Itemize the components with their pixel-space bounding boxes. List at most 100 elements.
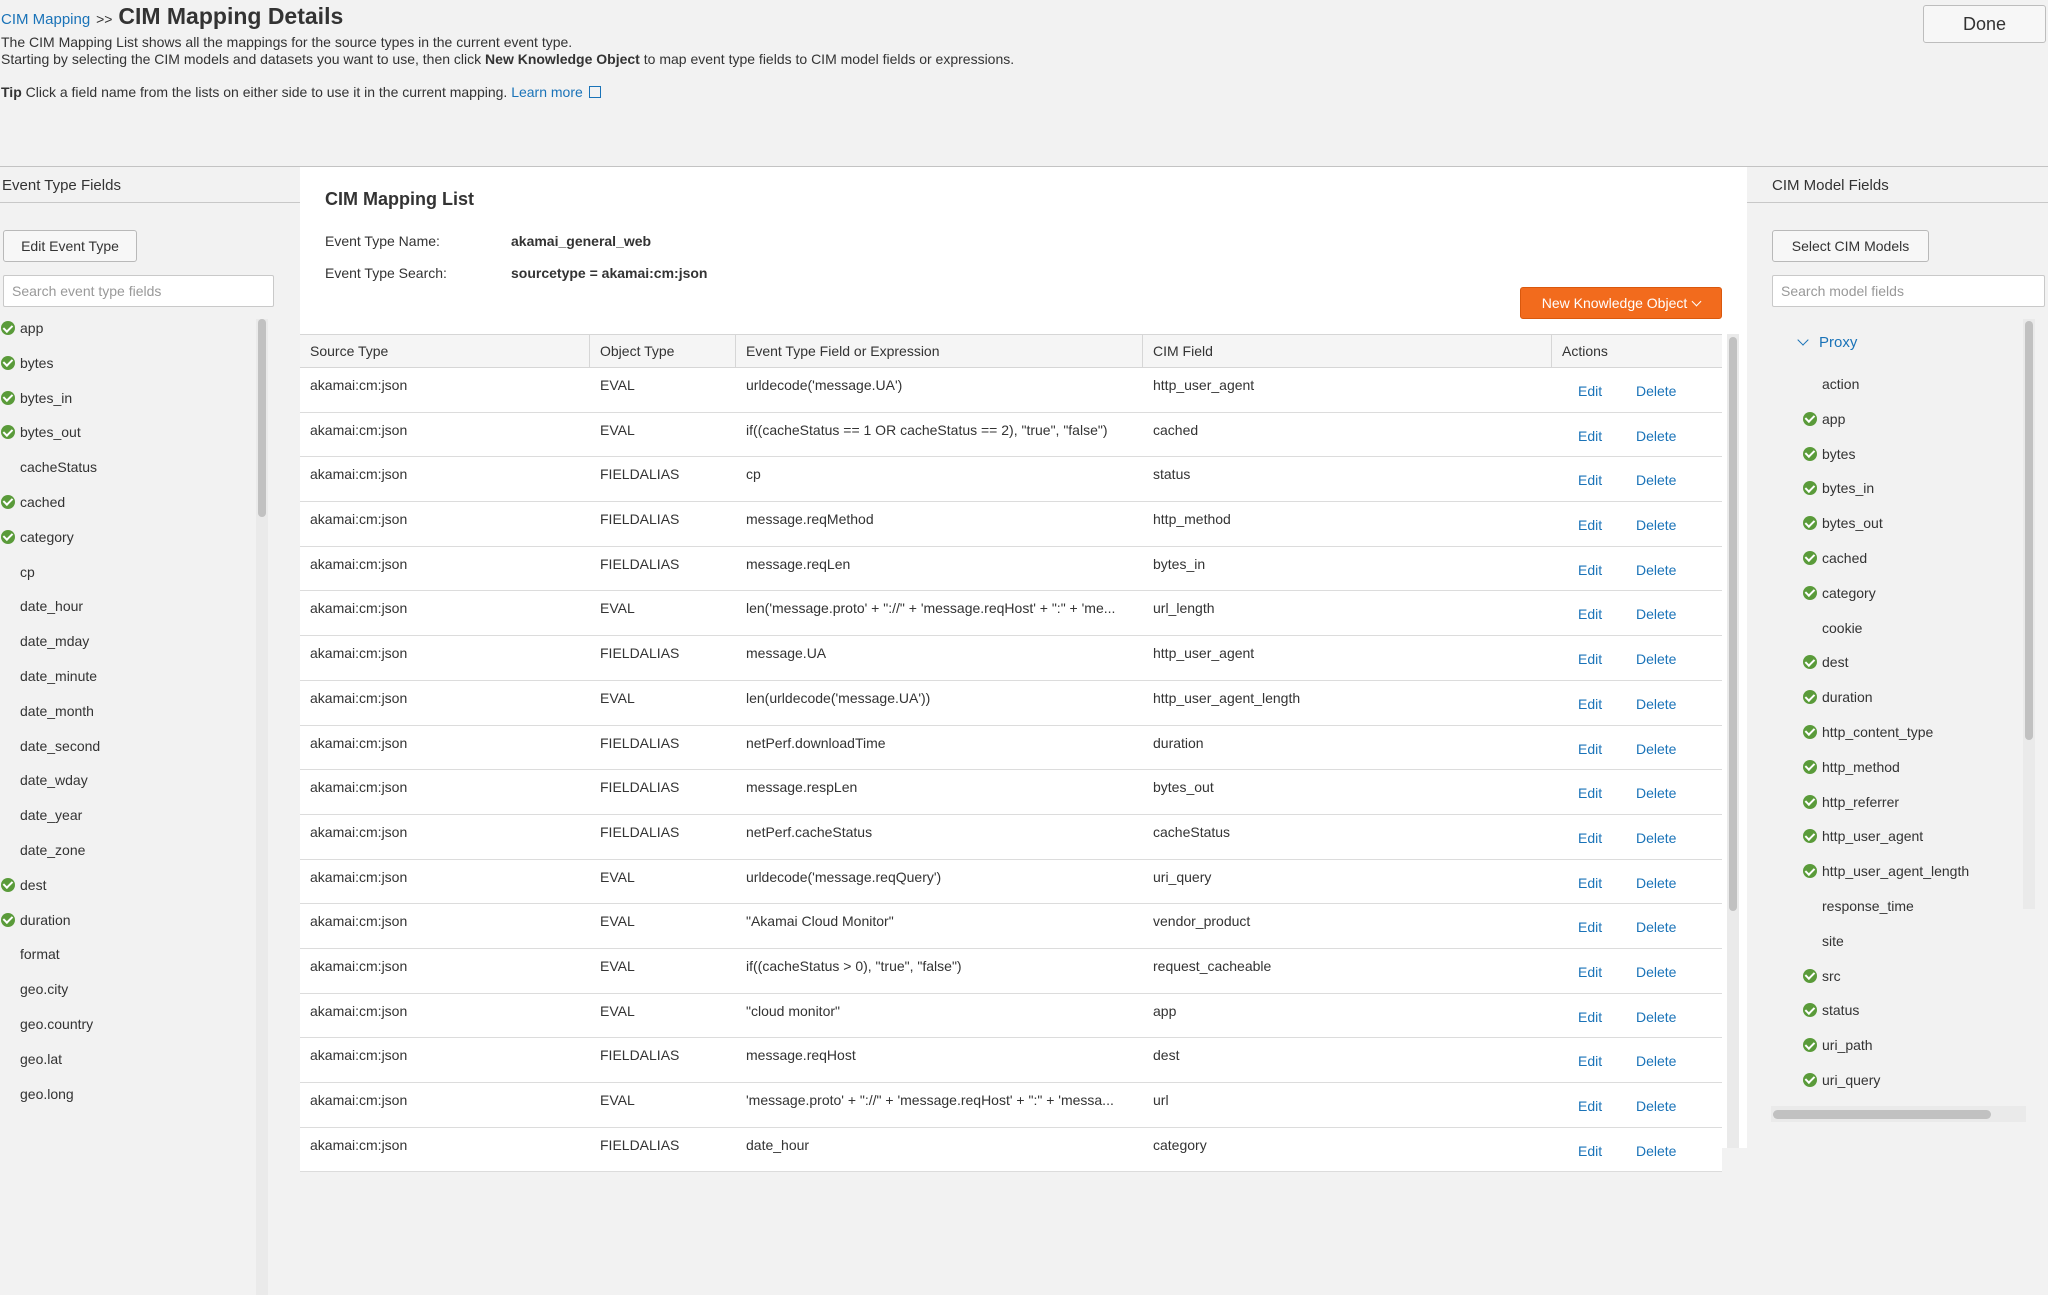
cell-cim-field[interactable]: bytes_in (1143, 556, 1548, 572)
right-scrollbar[interactable] (2023, 319, 2035, 909)
cell-source-type[interactable]: akamai:cm:json (300, 869, 586, 885)
column-header-cim-field[interactable]: CIM Field (1143, 335, 1552, 367)
cell-source-type[interactable]: akamai:cm:json (300, 377, 586, 393)
column-header-source-type[interactable]: Source Type (300, 335, 590, 367)
cell-object-type[interactable]: EVAL (590, 913, 732, 929)
cim-model-field-item[interactable]: uri_path (1802, 1035, 2032, 1070)
cell-expression[interactable]: message.reqLen (736, 556, 1139, 572)
delete-link[interactable]: Delete (1636, 1143, 1676, 1159)
delete-link[interactable]: Delete (1636, 696, 1676, 712)
cim-model-field-item[interactable]: bytes (1802, 444, 2032, 479)
cell-cim-field[interactable]: http_user_agent (1143, 377, 1548, 393)
cell-expression[interactable]: "cloud monitor" (736, 1003, 1139, 1019)
done-button[interactable]: Done (1923, 5, 2046, 43)
event-type-field-item[interactable]: cacheStatus (0, 457, 260, 492)
event-type-field-item[interactable]: duration (0, 910, 260, 945)
cell-source-type[interactable]: akamai:cm:json (300, 600, 586, 616)
event-type-field-item[interactable]: dest (0, 875, 260, 910)
cell-cim-field[interactable]: category (1143, 1137, 1548, 1153)
cell-expression[interactable]: message.reqMethod (736, 511, 1139, 527)
left-scrollbar[interactable] (256, 319, 268, 1295)
select-cim-models-button[interactable]: Select CIM Models (1772, 230, 1929, 262)
event-type-field-item[interactable]: cp (0, 562, 260, 597)
delete-link[interactable]: Delete (1636, 651, 1676, 667)
cim-model-field-item[interactable]: bytes_out (1802, 513, 2032, 548)
column-header-object-type[interactable]: Object Type (590, 335, 736, 367)
cell-source-type[interactable]: akamai:cm:json (300, 690, 586, 706)
edit-link[interactable]: Edit (1578, 517, 1602, 533)
event-type-field-item[interactable]: cached (0, 492, 260, 527)
edit-link[interactable]: Edit (1578, 741, 1602, 757)
left-scrollbar-thumb[interactable] (258, 319, 266, 517)
main-scrollbar-thumb[interactable] (1729, 337, 1737, 911)
cell-object-type[interactable]: FIELDALIAS (590, 645, 732, 661)
cell-source-type[interactable]: akamai:cm:json (300, 466, 586, 482)
cell-cim-field[interactable]: http_user_agent_length (1143, 690, 1548, 706)
cell-cim-field[interactable]: http_method (1143, 511, 1548, 527)
cell-object-type[interactable]: FIELDALIAS (590, 735, 732, 751)
delete-link[interactable]: Delete (1636, 1009, 1676, 1025)
right-scrollbar-thumb[interactable] (2025, 321, 2033, 740)
cell-object-type[interactable]: FIELDALIAS (590, 511, 732, 527)
cell-expression[interactable]: if((cacheStatus > 0), "true", "false") (736, 958, 1139, 974)
cell-cim-field[interactable]: cacheStatus (1143, 824, 1548, 840)
delete-link[interactable]: Delete (1636, 606, 1676, 622)
delete-link[interactable]: Delete (1636, 562, 1676, 578)
learn-more-link[interactable]: Learn more (511, 84, 583, 100)
event-type-field-item[interactable]: date_year (0, 805, 260, 840)
delete-link[interactable]: Delete (1636, 383, 1676, 399)
event-type-field-item[interactable]: bytes_out (0, 422, 260, 457)
delete-link[interactable]: Delete (1636, 919, 1676, 935)
event-type-field-item[interactable]: geo.country (0, 1014, 260, 1049)
tree-node-proxy[interactable]: Proxy (1819, 334, 1857, 351)
event-type-field-item[interactable]: date_month (0, 701, 260, 736)
chevron-down-icon[interactable] (1797, 334, 1809, 346)
cim-model-field-item[interactable]: dest (1802, 652, 2032, 687)
cell-object-type[interactable]: EVAL (590, 377, 732, 393)
search-event-type-fields-input[interactable]: Search event type fields (3, 275, 274, 307)
cell-cim-field[interactable]: dest (1143, 1047, 1548, 1063)
cim-model-field-item[interactable]: category (1802, 583, 2032, 618)
edit-link[interactable]: Edit (1578, 830, 1602, 846)
cell-source-type[interactable]: akamai:cm:json (300, 1047, 586, 1063)
edit-link[interactable]: Edit (1578, 1143, 1602, 1159)
cell-source-type[interactable]: akamai:cm:json (300, 511, 586, 527)
cell-object-type[interactable]: EVAL (590, 1092, 732, 1108)
cell-cim-field[interactable]: request_cacheable (1143, 958, 1548, 974)
cim-model-field-item[interactable]: response_time (1802, 896, 2032, 931)
cell-expression[interactable]: message.respLen (736, 779, 1139, 795)
cim-model-field-item[interactable]: status (1802, 1000, 2032, 1035)
edit-link[interactable]: Edit (1578, 562, 1602, 578)
edit-link[interactable]: Edit (1578, 383, 1602, 399)
cell-object-type[interactable]: EVAL (590, 1003, 732, 1019)
cim-model-field-item[interactable]: http_content_type (1802, 722, 2032, 757)
cim-model-field-item[interactable]: bytes_in (1802, 478, 2032, 513)
cell-expression[interactable]: 'message.proto' + "://" + 'message.reqHo… (736, 1092, 1139, 1108)
cell-expression[interactable]: urldecode('message.reqQuery') (736, 869, 1139, 885)
cell-cim-field[interactable]: http_user_agent (1143, 645, 1548, 661)
cell-object-type[interactable]: EVAL (590, 869, 732, 885)
edit-link[interactable]: Edit (1578, 1053, 1602, 1069)
cell-object-type[interactable]: FIELDALIAS (590, 824, 732, 840)
event-type-field-item[interactable]: geo.city (0, 979, 260, 1014)
cell-object-type[interactable]: FIELDALIAS (590, 1137, 732, 1153)
cell-object-type[interactable]: FIELDALIAS (590, 779, 732, 795)
delete-link[interactable]: Delete (1636, 875, 1676, 891)
edit-link[interactable]: Edit (1578, 875, 1602, 891)
cim-model-field-item[interactable]: cookie (1802, 618, 2032, 653)
cim-model-field-item[interactable]: src (1802, 966, 2032, 1001)
delete-link[interactable]: Delete (1636, 428, 1676, 444)
cell-cim-field[interactable]: cached (1143, 422, 1548, 438)
cell-expression[interactable]: if((cacheStatus == 1 OR cacheStatus == 2… (736, 422, 1139, 438)
cell-source-type[interactable]: akamai:cm:json (300, 422, 586, 438)
cell-expression[interactable]: len('message.proto' + "://" + 'message.r… (736, 600, 1139, 616)
event-type-field-item[interactable]: date_second (0, 736, 260, 771)
delete-link[interactable]: Delete (1636, 1053, 1676, 1069)
cell-object-type[interactable]: EVAL (590, 600, 732, 616)
edit-link[interactable]: Edit (1578, 651, 1602, 667)
event-type-field-item[interactable]: date_minute (0, 666, 260, 701)
cell-cim-field[interactable]: url (1143, 1092, 1548, 1108)
cell-expression[interactable]: "Akamai Cloud Monitor" (736, 913, 1139, 929)
new-knowledge-object-button[interactable]: New Knowledge Object (1520, 287, 1722, 319)
cell-source-type[interactable]: akamai:cm:json (300, 1003, 586, 1019)
